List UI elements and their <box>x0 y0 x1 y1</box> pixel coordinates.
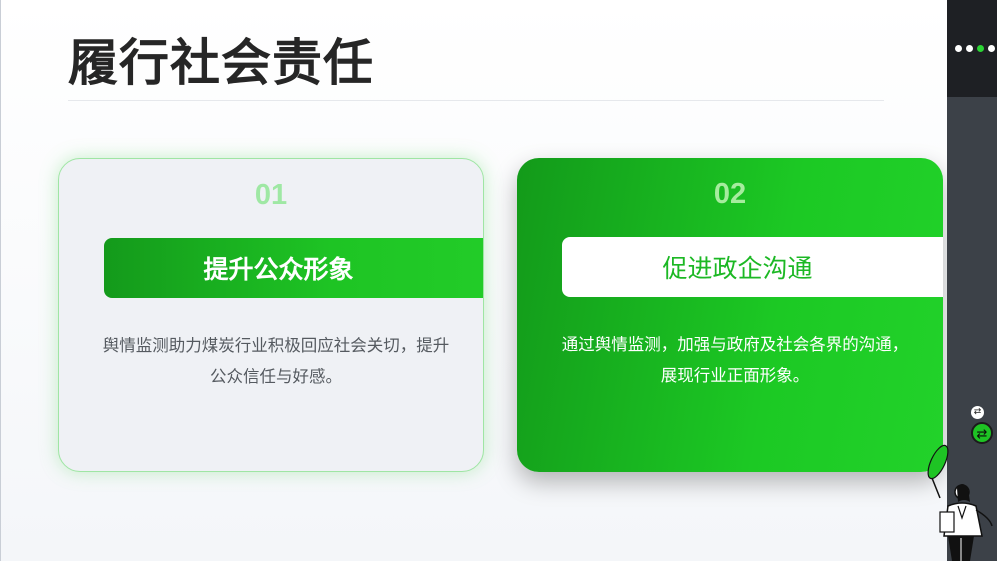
title-divider <box>68 100 884 101</box>
card-description: 通过舆情监测，加强与政府及社会各界的沟通，展现行业正面形象。 <box>561 335 909 385</box>
card-number: 01 <box>254 179 288 211</box>
slide-title: 履行社会责任 <box>68 34 374 92</box>
card-description: 舆情监测助力煤炭行业积极回应社会关切，提升公众信任与好感。 <box>102 336 450 386</box>
dot <box>955 45 962 52</box>
card-heading: 促进政企沟通 <box>562 237 943 297</box>
person-holding-leaf-illustration <box>927 444 993 561</box>
swap-small-icon[interactable]: ⇄ <box>971 406 984 419</box>
dot <box>988 45 995 52</box>
card-gov-communication: 02 促进政企沟通 通过舆情监测，加强与政府及社会各界的沟通，展现行业正面形象。 <box>517 158 943 472</box>
sidebar-header <box>947 0 997 97</box>
card-public-image: 01 提升公众形象 舆情监测助力煤炭行业积极回应社会关切，提升公众信任与好感。 <box>58 158 484 472</box>
slide-left-border <box>0 0 1 561</box>
card-number: 02 <box>713 178 747 210</box>
dots-menu-icon[interactable] <box>955 45 995 52</box>
dot <box>977 45 984 52</box>
dot <box>966 45 973 52</box>
card-heading: 提升公众形象 <box>104 238 483 298</box>
